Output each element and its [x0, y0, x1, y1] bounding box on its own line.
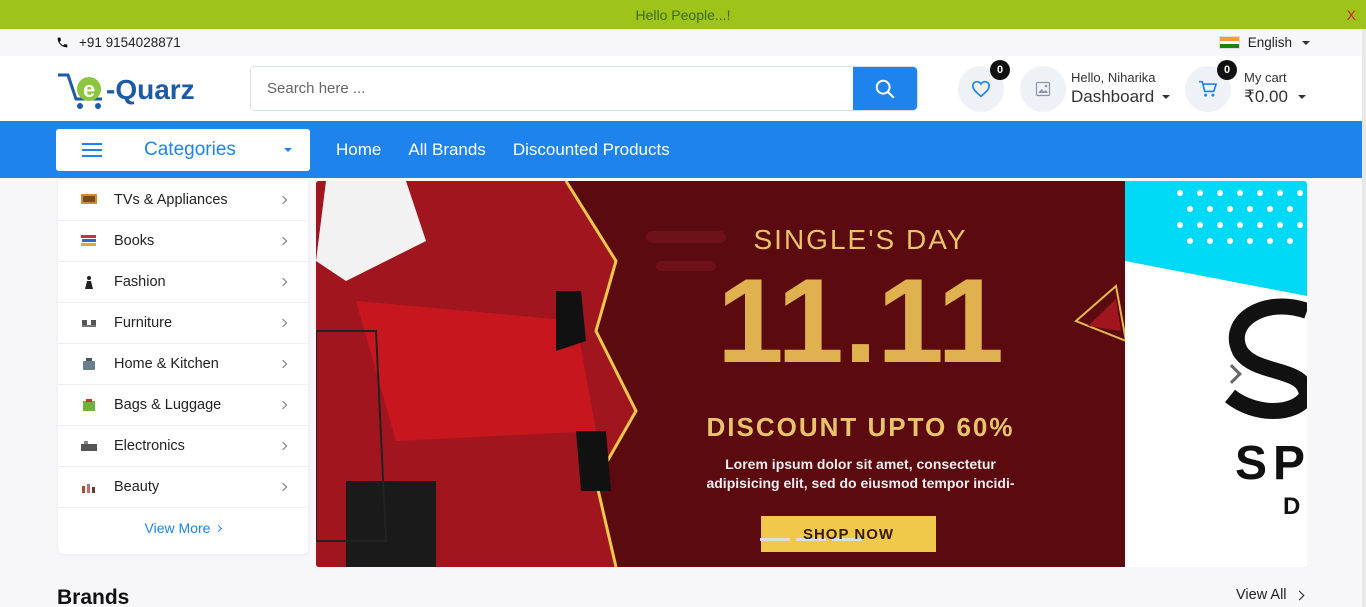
header: e -Quarz 0 Hello, Niharika Dashboard 0 M…: [0, 56, 1366, 121]
sidebar-item-books[interactable]: Books: [58, 221, 308, 262]
hamburger-icon: [82, 142, 102, 157]
sidebar-item-home-kitchen[interactable]: Home & Kitchen: [58, 344, 308, 385]
fashion-icon: [85, 276, 93, 289]
heart-icon: [971, 80, 991, 98]
chevron-right-icon: [278, 236, 288, 246]
user-greeting: Hello, Niharika: [1071, 70, 1156, 85]
announcement-bar: Hello People...! X: [0, 0, 1366, 29]
banner-discount: DISCOUNT UPTO 60%: [706, 412, 1015, 442]
chevron-down-icon: [1302, 40, 1310, 45]
scrollbar[interactable]: [1362, 29, 1366, 607]
chevron-right-icon: [278, 277, 288, 287]
next-banner-preview[interactable]: SP D: [1125, 181, 1307, 567]
sidebar-item-tvs-appliances[interactable]: TVs & Appliances: [58, 180, 308, 221]
banner2-line2: D: [1283, 493, 1301, 520]
sidebar-item-electronics[interactable]: Electronics: [58, 426, 308, 467]
chevron-right-icon: [1294, 590, 1304, 600]
category-label: Home & Kitchen: [114, 356, 219, 372]
banner2-line1: SP: [1235, 437, 1307, 490]
tv-icon: [81, 194, 97, 204]
banner-big-number: 11.11: [716, 254, 1005, 388]
search-input[interactable]: [251, 67, 853, 110]
chevron-right-icon: [278, 441, 288, 451]
chevron-right-icon: [278, 400, 288, 410]
category-label: Furniture: [114, 315, 173, 331]
chevron-right-icon: [278, 359, 288, 369]
cart-total: ₹0.00: [1244, 87, 1288, 106]
category-label: Books: [114, 233, 155, 249]
nav-all-brands[interactable]: All Brands: [408, 140, 485, 160]
category-label: Electronics: [114, 438, 185, 454]
sidebar-item-furniture[interactable]: Furniture: [58, 303, 308, 344]
chevron-right-icon: [278, 195, 288, 205]
language-label: English: [1247, 35, 1292, 50]
books-icon: [81, 235, 96, 246]
sidebar-item-beauty[interactable]: Beauty: [58, 467, 308, 508]
nav-discounted-products[interactable]: Discounted Products: [513, 140, 670, 160]
sidebar-item-bags-luggage[interactable]: Bags & Luggage: [58, 385, 308, 426]
carousel-dot[interactable]: [832, 538, 862, 541]
cart-icon: [1199, 80, 1217, 97]
bag-icon: [83, 399, 95, 411]
nav-home[interactable]: Home: [336, 140, 381, 160]
close-announcement-button[interactable]: X: [1347, 7, 1356, 23]
category-label: Beauty: [114, 479, 160, 495]
banner-body-line2: adipisicing elit, sed do eiusmod tempor …: [706, 475, 1015, 491]
phone-icon: [57, 37, 68, 48]
category-sidebar: TVs & Appliances Books Fashion Furniture…: [58, 180, 308, 554]
furniture-icon: [82, 320, 96, 327]
logo[interactable]: e -Quarz: [56, 67, 226, 111]
chevron-down-icon: [1297, 95, 1306, 99]
wishlist-count-badge: 0: [990, 60, 1010, 80]
categories-label: Categories: [144, 138, 236, 160]
contact-phone[interactable]: +91 9154028871: [56, 35, 181, 50]
hero-banner[interactable]: SINGLE'S DAY 11.11 DISCOUNT UPTO 60% Lor…: [316, 181, 1125, 567]
chevron-right-icon: [278, 482, 288, 492]
chevron-down-icon: [284, 147, 292, 152]
phone-number: +91 9154028871: [79, 35, 181, 50]
banner2-artwork: [1125, 181, 1307, 419]
top-bar: +91 9154028871 English: [0, 29, 1366, 56]
categories-dropdown[interactable]: Categories: [56, 128, 310, 171]
category-label: Fashion: [114, 274, 166, 290]
cart-label: My cart: [1244, 70, 1287, 85]
chevron-down-icon: [1162, 95, 1171, 99]
view-more-label: View More: [144, 520, 211, 536]
wishlist-button[interactable]: 0: [958, 60, 1010, 112]
view-all-brands-link[interactable]: View All: [1236, 587, 1304, 603]
banner-body-line1: Lorem ipsum dolor sit amet, consectetur: [725, 456, 996, 472]
electronics-icon: [81, 441, 97, 451]
image-placeholder-icon: [1035, 81, 1051, 97]
beauty-icon: [82, 484, 95, 493]
kitchen-icon: [83, 358, 95, 370]
shop-now-button[interactable]: SHOP NOW: [761, 516, 936, 552]
dashboard-label: Dashboard: [1071, 87, 1155, 106]
language-selector[interactable]: English: [1218, 35, 1310, 50]
search-button[interactable]: [853, 67, 917, 110]
carousel-dot[interactable]: [760, 538, 790, 541]
announcement-text: Hello People...!: [635, 6, 731, 23]
avatar[interactable]: [1020, 66, 1066, 112]
search-bar: [250, 66, 918, 111]
sidebar-item-fashion[interactable]: Fashion: [58, 262, 308, 303]
view-all-label: View All: [1236, 587, 1287, 603]
banner-heading: SINGLE'S DAY: [753, 224, 968, 255]
carousel-dot[interactable]: [796, 538, 826, 541]
chevron-right-icon: [215, 524, 223, 532]
cart-button[interactable]: 0: [1185, 60, 1237, 112]
chevron-right-icon: [278, 318, 288, 328]
search-icon: [875, 79, 895, 98]
svg-text:-Quarz: -Quarz: [106, 74, 195, 105]
india-flag-icon: [1218, 36, 1240, 49]
svg-text:e: e: [83, 77, 95, 102]
category-label: Bags & Luggage: [114, 397, 222, 413]
cart-logo-icon: e -Quarz: [58, 73, 195, 109]
view-more-link[interactable]: View More: [58, 508, 308, 548]
cart-summary[interactable]: My cart ₹0.00: [1244, 70, 1306, 107]
brands-title: Brands: [57, 586, 130, 607]
category-label: TVs & Appliances: [114, 192, 228, 208]
main-nav: Categories Home All Brands Discounted Pr…: [0, 121, 1366, 178]
cart-count-badge: 0: [1217, 60, 1237, 80]
dashboard-menu[interactable]: Hello, Niharika Dashboard: [1071, 70, 1171, 107]
